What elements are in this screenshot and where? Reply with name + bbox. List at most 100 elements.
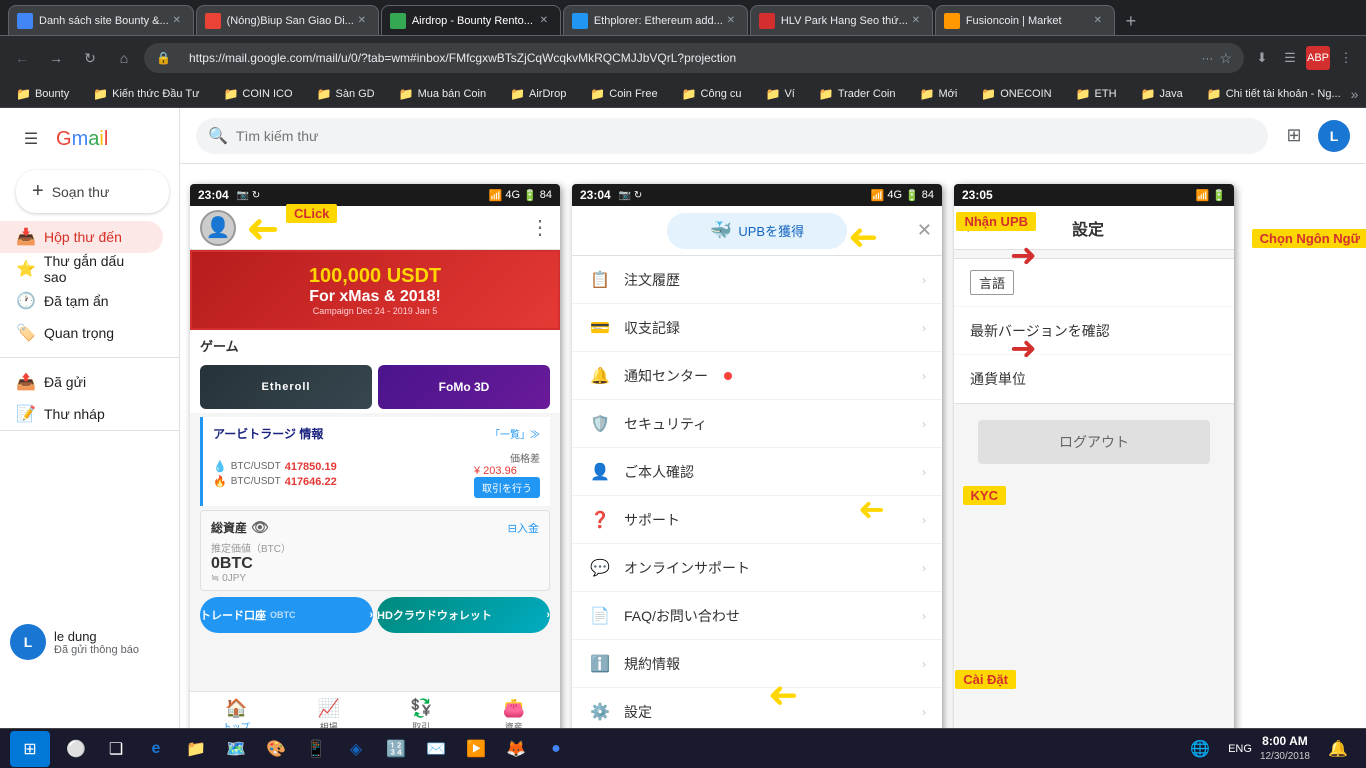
reload-button[interactable]: ↻	[76, 44, 104, 72]
download-icon[interactable]: ⬇	[1250, 46, 1274, 70]
tab-close-3[interactable]: ✕	[536, 13, 552, 29]
bookmark-tradercoin[interactable]: 📁 Trader Coin	[811, 83, 904, 105]
bookmark-bounty[interactable]: 📁 Bounty	[8, 83, 77, 105]
settings-version-check[interactable]: 最新バージョンを確認	[954, 307, 1234, 355]
taskbar-taskview-button[interactable]: ❑	[98, 731, 134, 767]
sidebar-item-inbox[interactable]: 📥 Hộp thư đến	[0, 221, 163, 253]
tab-2[interactable]: (Nóng)Biup San Giao Di... ✕	[196, 5, 379, 35]
sidebar-item-important[interactable]: 🏷️ Quan trọng	[0, 317, 163, 349]
bookmark-star-icon[interactable]: ☆	[1219, 50, 1232, 67]
new-tab-button[interactable]: +	[1117, 7, 1145, 35]
fomo3d-card[interactable]: FoMo 3D	[378, 365, 550, 409]
close-btn[interactable]: ✕	[917, 220, 932, 241]
gmail-top-bar: 🔍 ⊞ L	[180, 108, 1366, 164]
tab-close-4[interactable]: ✕	[723, 13, 739, 29]
menu-online-support[interactable]: 💬 オンラインサポート ›	[572, 544, 942, 592]
sidebar-item-starred[interactable]: ⭐ Thư gắn dấu sao	[0, 253, 163, 285]
tab-3[interactable]: Airdrop - Bounty Rento... ✕	[381, 5, 561, 35]
pbn-market[interactable]: 📈 相場	[283, 692, 376, 728]
taskbar-maps-button[interactable]: 🗺️	[218, 731, 254, 767]
sidebar-item-drafts[interactable]: 📝 Thư nháp	[0, 398, 163, 430]
menu-income-expense[interactable]: 💳 収支記録 ›	[572, 304, 942, 352]
account-avatar-button[interactable]: L	[1318, 120, 1350, 152]
bookmark-kienthuc[interactable]: 📁 Kiến thức Đầu Tư	[85, 83, 207, 105]
bookmark-onecoin[interactable]: 📁 ONECOIN	[973, 83, 1059, 105]
trade-account-btn[interactable]: トレード口座 OBTC ›	[200, 597, 373, 633]
menu-support[interactable]: ❓ サポート ›	[572, 496, 942, 544]
home-button[interactable]: ⌂	[110, 44, 138, 72]
taskbar-apps-button[interactable]: ◈	[338, 731, 374, 767]
tab-close-6[interactable]: ✕	[1090, 13, 1106, 29]
taskbar-phone-button[interactable]: 📱	[298, 731, 334, 767]
bookmark-sangd[interactable]: 📁 Sàn GD	[309, 83, 383, 105]
logout-button[interactable]: ログアウト	[978, 420, 1210, 464]
tab-close-5[interactable]: ✕	[908, 13, 924, 29]
menu-settings[interactable]: ⚙️ 設定 ›	[572, 688, 942, 728]
tab-4[interactable]: Ethplorer: Ethereum add... ✕	[563, 5, 748, 35]
tab-6[interactable]: Fusioncoin | Market ✕	[935, 5, 1115, 35]
trade-btn[interactable]: 取引を行う	[474, 477, 540, 498]
bookmark-coinfree[interactable]: 📁 Coin Free	[582, 83, 665, 105]
bookmark-airdrop[interactable]: 📁 AirDrop	[502, 83, 574, 105]
pbn-top[interactable]: 🏠 トップ	[190, 692, 283, 728]
menu-notification[interactable]: 🔔 通知センター ›	[572, 352, 942, 400]
etheroll-card[interactable]: Etheroll	[200, 365, 372, 409]
sidebar-item-snoozed[interactable]: 🕐 Đã tạm ẩn	[0, 285, 163, 317]
forward-button[interactable]: →	[42, 44, 70, 72]
bookmark-congcu[interactable]: 📁 Công cu	[674, 83, 750, 105]
phone1-avatar[interactable]: 👤	[200, 210, 236, 246]
taskbar-search-button[interactable]: ⚪	[58, 731, 94, 767]
bookmark-java[interactable]: 📁 Java	[1133, 83, 1191, 105]
adblock-icon[interactable]: ABP	[1306, 46, 1330, 70]
tab-close-1[interactable]: ✕	[169, 13, 185, 29]
bookmark-muaban[interactable]: 📁 Mua bán Coin	[391, 83, 494, 105]
language-btn[interactable]: 言語	[970, 270, 1014, 295]
cloud-wallet-btn[interactable]: HDクラウドウォレット ›	[377, 597, 550, 633]
extensions-icon[interactable]: ☰	[1278, 46, 1302, 70]
pbn-trade[interactable]: 💱 取引	[375, 692, 468, 728]
hamburger-menu-button[interactable]: ☰	[16, 124, 46, 154]
tab-1[interactable]: Danh sách site Bounty &... ✕	[8, 5, 194, 35]
eye-icon[interactable]: 👁	[251, 519, 269, 536]
bookmark-moi[interactable]: 📁 Mới	[912, 83, 966, 105]
deposit-link[interactable]: ⊟入金	[508, 520, 539, 536]
bookmark-vi[interactable]: 📁 Ví	[758, 83, 803, 105]
taskbar-explorer-button[interactable]: 📁	[178, 731, 214, 767]
settings-currency[interactable]: 通貨単位	[954, 355, 1234, 403]
sidebar-item-sent[interactable]: 📤 Đã gửi	[0, 366, 163, 398]
menu-icon[interactable]: ⋮	[1334, 46, 1358, 70]
bookmark-eth[interactable]: 📁 ETH	[1068, 83, 1125, 105]
taskbar-mail-button[interactable]: ✉️	[418, 731, 454, 767]
menu-kyc[interactable]: 👤 ご本人確認 ›	[572, 448, 942, 496]
taskbar-ie-button[interactable]: e	[138, 731, 174, 767]
settings-language[interactable]: 言語	[954, 259, 1234, 307]
taskbar-paint-button[interactable]: 🎨	[258, 731, 294, 767]
notification-center-button[interactable]: 🔔	[1320, 731, 1356, 767]
menu-terms[interactable]: ℹ️ 規約情報 ›	[572, 640, 942, 688]
upb-button[interactable]: 🐳 UPBを獲得	[667, 213, 847, 249]
menu-faq[interactable]: 📄 FAQ/お問い合わせ ›	[572, 592, 942, 640]
search-input[interactable]	[236, 128, 1256, 144]
menu-order-history[interactable]: 📋 注文履歴 ›	[572, 256, 942, 304]
bookmarks-more[interactable]: »	[1351, 86, 1359, 102]
start-button[interactable]: ⊞	[10, 731, 50, 767]
compose-button[interactable]: + Soạn thư	[16, 170, 169, 213]
address-input[interactable]	[177, 43, 1195, 73]
address-more[interactable]: ···	[1201, 51, 1213, 65]
tab-5[interactable]: HLV Park Hang Seo thứ... ✕	[750, 5, 933, 35]
grid-apps-button[interactable]: ⊞	[1276, 118, 1312, 154]
menu-security[interactable]: 🛡️ セキュリティ ›	[572, 400, 942, 448]
taskbar-chrome-button[interactable]: ●	[538, 731, 574, 767]
search-bar[interactable]: 🔍	[196, 118, 1268, 154]
taskbar-calc-button[interactable]: 🔢	[378, 731, 414, 767]
menu-dots-icon[interactable]: ⋮	[530, 215, 550, 240]
taskbar-network-icon[interactable]: 🌐	[1182, 731, 1218, 767]
bookmark-coinico[interactable]: 📁 COIN ICO	[215, 83, 300, 105]
back-button[interactable]: ←	[8, 44, 36, 72]
taskbar-media-button[interactable]: ▶️	[458, 731, 494, 767]
taskbar-firefox-button[interactable]: 🦊	[498, 731, 534, 767]
user-avatar[interactable]: L	[10, 624, 46, 660]
bookmark-chitiet[interactable]: 📁 Chi tiết tài khoản - Ng...	[1199, 83, 1349, 105]
pbn-assets[interactable]: 👛 資産	[468, 692, 561, 728]
tab-close-2[interactable]: ✕	[354, 13, 370, 29]
